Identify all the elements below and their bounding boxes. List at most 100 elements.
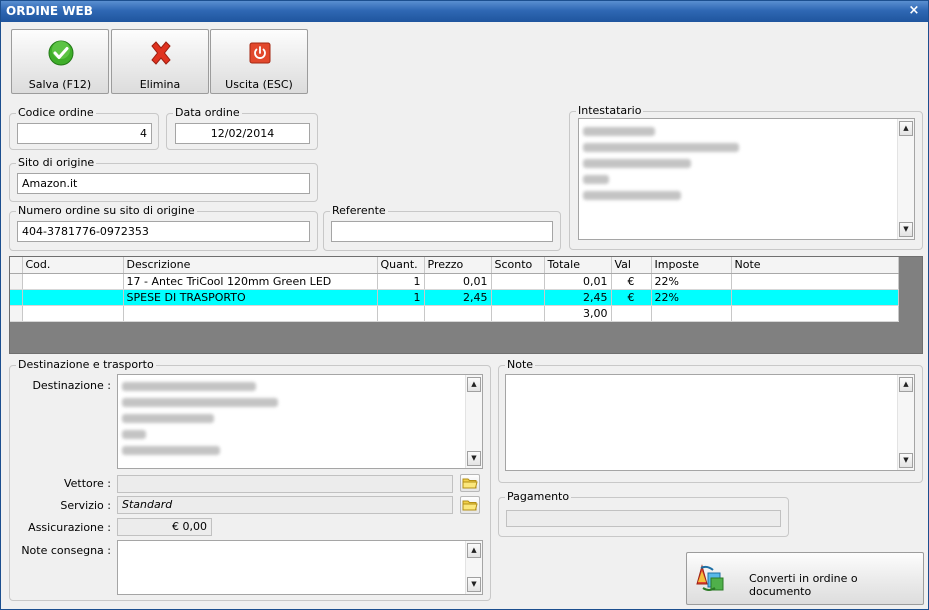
power-icon xyxy=(249,42,271,64)
scroll-up-icon[interactable]: ▲ xyxy=(899,121,913,136)
cell-price[interactable]: 2,45 xyxy=(424,289,492,306)
order-lines-table: Cod. Descrizione Quant. Prezzo Sconto To… xyxy=(10,257,899,322)
order-lines-grid: Cod. Descrizione Quant. Prezzo Sconto To… xyxy=(9,256,923,354)
notes-scrollbar[interactable]: ▲ ▼ xyxy=(897,375,914,470)
exit-button-label: Uscita (ESC) xyxy=(225,78,293,91)
cell-discount[interactable] xyxy=(491,273,545,290)
referent-field[interactable] xyxy=(331,221,553,242)
exit-button[interactable]: Uscita (ESC) xyxy=(210,29,308,94)
row-indicator[interactable] xyxy=(10,273,23,290)
delivery-notes-textarea[interactable]: ▲ ▼ xyxy=(117,540,483,595)
blurred-text xyxy=(583,175,609,184)
insurance-label: Assicurazione : xyxy=(28,521,111,534)
grand-total: 3,00 xyxy=(544,305,612,322)
check-icon xyxy=(48,40,74,66)
carrier-field[interactable] xyxy=(117,475,453,493)
row-indicator-header xyxy=(10,257,23,274)
blurred-text xyxy=(583,143,739,152)
column-header[interactable]: Note xyxy=(731,257,899,274)
scroll-down-icon[interactable]: ▼ xyxy=(899,222,913,237)
cell-price[interactable]: 0,01 xyxy=(424,273,492,290)
holder-scrollbar[interactable]: ▲ ▼ xyxy=(897,119,914,239)
cell-notes[interactable] xyxy=(731,289,899,306)
destination-label: Destinazione : xyxy=(32,379,111,392)
cell-quantity[interactable]: 1 xyxy=(377,273,425,290)
column-header[interactable]: Prezzo xyxy=(424,257,492,274)
blurred-text xyxy=(122,398,278,407)
delivery-notes-scrollbar[interactable]: ▲ ▼ xyxy=(465,541,482,594)
table-total-row: 3,00 xyxy=(10,305,899,322)
column-header[interactable]: Totale xyxy=(544,257,612,274)
cell-discount[interactable] xyxy=(491,289,545,306)
cell-total[interactable]: 2,45 xyxy=(544,289,612,306)
cell-currency[interactable]: € xyxy=(611,289,652,306)
table-row-selected[interactable]: SPESE DI TRASPORTO 1 2,45 2,45 € 22% xyxy=(10,289,899,306)
referent-title: Referente xyxy=(330,204,388,217)
blurred-text xyxy=(583,127,655,136)
order-date-field[interactable]: 12/02/2014 xyxy=(175,123,310,144)
cell-description[interactable]: SPESE DI TRASPORTO xyxy=(123,289,378,306)
column-header[interactable]: Descrizione xyxy=(123,257,378,274)
column-header[interactable]: Sconto xyxy=(491,257,545,274)
service-browse-button[interactable] xyxy=(460,496,480,514)
blurred-text xyxy=(122,446,220,455)
origin-site-field[interactable]: Amazon.it xyxy=(17,173,310,194)
cell-currency[interactable]: € xyxy=(611,273,652,290)
convert-button[interactable]: Converti in ordine o documento xyxy=(686,552,924,605)
scroll-down-icon[interactable]: ▼ xyxy=(467,577,481,592)
cell-quantity[interactable]: 1 xyxy=(377,289,425,306)
convert-arrows-icon xyxy=(696,564,724,591)
order-code-title: Codice ordine xyxy=(16,106,96,119)
external-order-number-title: Numero ordine su sito di origine xyxy=(16,204,197,217)
service-label: Servizio : xyxy=(60,499,111,512)
external-order-number-field[interactable]: 404-3781776-0972353 xyxy=(17,221,310,242)
payment-title: Pagamento xyxy=(505,490,572,503)
service-field[interactable]: Standard xyxy=(117,496,453,514)
column-header[interactable]: Val xyxy=(611,257,652,274)
order-code-field[interactable]: 4 xyxy=(17,123,152,144)
holder-textarea[interactable]: ▲ ▼ xyxy=(578,118,915,240)
destination-textarea[interactable]: ▲ ▼ xyxy=(117,374,483,469)
payment-field[interactable] xyxy=(506,510,781,527)
scroll-down-icon[interactable]: ▼ xyxy=(899,453,913,468)
column-header[interactable]: Quant. xyxy=(377,257,425,274)
notes-title: Note xyxy=(505,358,536,371)
title-bar: ORDINE WEB × xyxy=(1,1,928,22)
folder-icon xyxy=(462,500,478,511)
scroll-up-icon[interactable]: ▲ xyxy=(899,377,913,392)
shipping-title: Destinazione e trasporto xyxy=(16,358,156,371)
cell-total[interactable]: 0,01 xyxy=(544,273,612,290)
x-icon xyxy=(151,41,171,65)
scroll-up-icon[interactable]: ▲ xyxy=(467,377,481,392)
holder-title: Intestatario xyxy=(576,104,644,117)
origin-site-title: Sito di origine xyxy=(16,156,97,169)
column-header[interactable]: Cod. xyxy=(22,257,124,274)
close-icon[interactable]: × xyxy=(906,3,922,19)
order-window: ORDINE WEB × Salva (F12) Elimina Uscita … xyxy=(0,0,929,610)
cell-cod[interactable] xyxy=(22,273,124,290)
scroll-down-icon[interactable]: ▼ xyxy=(467,451,481,466)
notes-textarea[interactable]: ▲ ▼ xyxy=(505,374,915,471)
delete-button-label: Elimina xyxy=(139,78,181,91)
destination-scrollbar[interactable]: ▲ ▼ xyxy=(465,375,482,468)
row-indicator[interactable] xyxy=(10,289,23,306)
carrier-label: Vettore : xyxy=(63,477,111,490)
cell-cod[interactable] xyxy=(22,289,124,306)
delete-button[interactable]: Elimina xyxy=(111,29,209,94)
table-row[interactable]: 17 - Antec TriCool 120mm Green LED 1 0,0… xyxy=(10,273,899,290)
cell-taxes[interactable]: 22% xyxy=(651,273,732,290)
scroll-up-icon[interactable]: ▲ xyxy=(467,543,481,558)
convert-button-label: Converti in ordine o documento xyxy=(749,572,858,598)
carrier-browse-button[interactable] xyxy=(460,474,480,492)
blurred-text xyxy=(122,430,146,439)
save-button-label: Salva (F12) xyxy=(28,78,92,91)
blurred-text xyxy=(583,191,681,200)
cell-taxes[interactable]: 22% xyxy=(651,289,732,306)
cell-notes[interactable] xyxy=(731,273,899,290)
cell-description[interactable]: 17 - Antec TriCool 120mm Green LED xyxy=(123,273,378,290)
window-title: ORDINE WEB xyxy=(6,4,93,18)
column-header[interactable]: Imposte xyxy=(651,257,732,274)
blurred-text xyxy=(122,382,256,391)
insurance-field[interactable]: € 0,00 xyxy=(117,518,212,536)
save-button[interactable]: Salva (F12) xyxy=(11,29,109,94)
